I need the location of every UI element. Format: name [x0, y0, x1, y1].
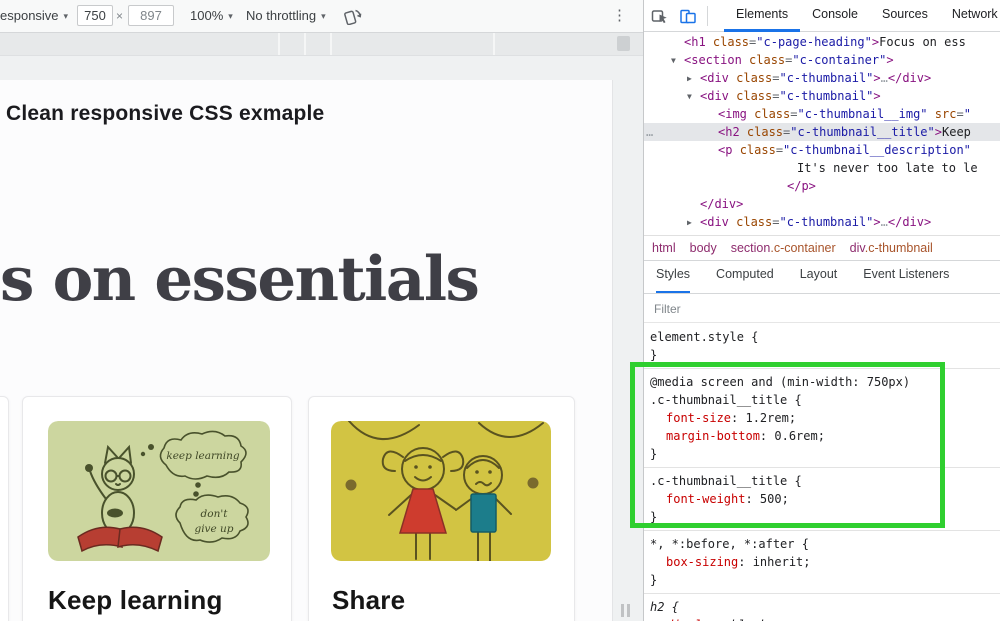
viewport-width-input[interactable]	[77, 5, 113, 26]
styles-tab-event-listeners[interactable]: Event Listeners	[863, 260, 949, 293]
rule-selector[interactable]: h2 {	[650, 598, 994, 616]
screenshot-root: esponsive ▾ × 100% ▾ No throttling ▾ ⋮	[0, 0, 1000, 621]
card-title: Keep learning	[48, 585, 223, 616]
styles-sidebar-tabs: Styles Computed Layout Event Listeners	[644, 260, 1000, 294]
css-declaration[interactable]: font-size: 1.2rem;	[650, 409, 994, 427]
zoom-dropdown[interactable]: 100% ▾	[190, 0, 233, 32]
twisty-icon[interactable]: ▶	[687, 70, 692, 88]
tree-row[interactable]: <p class="c-thumbnail__description"	[644, 141, 1000, 159]
page-scrollbar-thumb[interactable]	[617, 36, 630, 51]
rotate-viewport-icon[interactable]	[344, 7, 362, 25]
rule-close-brace: }	[650, 571, 994, 589]
css-declaration[interactable]: display: block;	[650, 616, 994, 621]
tree-row-selected[interactable]: …<h2 class="c-thumbnail__title">Keep	[644, 123, 1000, 141]
styles-filter-input[interactable]: Filter	[644, 295, 1000, 323]
thumbnail-card-keep-learning: keep learning don't give up Keep learnin…	[22, 396, 292, 621]
throttling-dropdown[interactable]: No throttling ▾	[246, 0, 326, 32]
css-declaration[interactable]: font-weight: 500;	[650, 490, 994, 508]
rule-selector[interactable]: .c-thumbnail__title {	[650, 391, 994, 409]
device-toolbar: esponsive ▾ × 100% ▾ No throttling ▾ ⋮	[0, 0, 643, 33]
tree-row[interactable]: </p>	[644, 177, 1000, 195]
thought-bubble-text-1: keep learning	[166, 450, 240, 462]
dimension-separator: ×	[116, 0, 123, 32]
style-rule: @media screen and (min-width: 750px).c-t…	[644, 369, 1000, 468]
chevron-down-icon: ▾	[64, 11, 69, 21]
twisty-icon[interactable]: ▶	[687, 214, 692, 232]
chevron-down-icon: ▾	[228, 11, 233, 21]
media-query-marker	[304, 33, 306, 55]
css-declaration[interactable]: box-sizing: inherit;	[650, 553, 994, 571]
crumb-div[interactable]: div.c-thumbnail	[850, 241, 933, 255]
rule-close-brace: }	[650, 445, 994, 463]
twisty-icon[interactable]: ▼	[671, 52, 676, 70]
tree-row[interactable]: </div>	[644, 195, 1000, 213]
tree-row[interactable]: It's never too late to le	[644, 159, 1000, 177]
site-heading: Clean responsive CSS exmaple	[6, 102, 324, 126]
tree-row[interactable]: ▶<div class="c-thumbnail">…</div>	[644, 213, 1000, 231]
thumbnail-card-partial	[0, 396, 9, 621]
style-rule: element.style {}	[644, 324, 1000, 369]
rendered-page: Clean responsive CSS exmaple s on essent…	[0, 80, 613, 621]
rule-selector[interactable]: .c-thumbnail__title {	[650, 472, 994, 490]
media-query-bar[interactable]	[0, 33, 643, 56]
style-rule: *, *:before, *:after {box-sizing: inheri…	[644, 531, 1000, 594]
toolbar-divider	[707, 6, 708, 26]
tree-row[interactable]: <img class="c-thumbnail__img" src="	[644, 105, 1000, 123]
scrollbar-grip[interactable]	[621, 604, 624, 617]
styles-rule-list: element.style {}@media screen and (min-w…	[644, 324, 1000, 621]
crumb-section[interactable]: section.c-container	[731, 241, 836, 255]
styles-tab-styles[interactable]: Styles	[656, 260, 690, 293]
inspect-element-icon[interactable]	[651, 7, 669, 25]
rule-close-brace: }	[650, 508, 994, 526]
media-query-marker	[278, 33, 280, 55]
tab-sources[interactable]: Sources	[870, 0, 940, 32]
rule-close-brace: }	[650, 346, 994, 364]
styles-tab-computed[interactable]: Computed	[716, 260, 774, 293]
tree-row[interactable]: ▼<section class="c-container">	[644, 51, 1000, 69]
rule-selector[interactable]: *, *:before, *:after {	[650, 535, 994, 553]
devtools-pane: ElementsConsoleSourcesNetwork <h1 class=…	[643, 0, 1000, 621]
crumb-body[interactable]: body	[690, 241, 717, 255]
rule-selector[interactable]: element.style {	[650, 328, 994, 346]
more-options-icon[interactable]: ⋮	[612, 0, 627, 32]
tab-console[interactable]: Console	[800, 0, 870, 32]
elements-tree: <h1 class="c-page-heading">Focus on ess▼…	[644, 33, 1000, 235]
device-toolbar-icon[interactable]	[679, 7, 697, 25]
tab-elements[interactable]: Elements	[724, 0, 800, 32]
tab-network[interactable]: Network	[940, 0, 1000, 32]
thought-bubble-text-2b: give up	[194, 523, 233, 535]
styles-tab-layout[interactable]: Layout	[800, 260, 838, 293]
share-image	[331, 421, 551, 561]
page-heading: s on essentials	[0, 244, 478, 315]
breadcrumb: html body section.c-container div.c-thumbna…	[644, 235, 1000, 260]
thought-bubble-text-2a: don't	[201, 508, 229, 520]
viewport-height-input[interactable]	[128, 5, 174, 26]
media-query-marker	[493, 33, 495, 55]
crumb-html[interactable]: html	[652, 241, 676, 255]
device-mode-pane: esponsive ▾ × 100% ▾ No throttling ▾ ⋮	[0, 0, 643, 621]
card-title: Share	[332, 585, 405, 616]
device-type-dropdown[interactable]: esponsive ▾	[0, 0, 68, 32]
tree-row[interactable]: ▼<div class="c-thumbnail">	[644, 87, 1000, 105]
keep-learning-image: keep learning don't give up	[48, 421, 270, 561]
media-query-text[interactable]: @media screen and (min-width: 750px)	[650, 373, 994, 391]
media-query-marker	[330, 33, 332, 55]
twisty-icon[interactable]: ▼	[687, 88, 692, 106]
zoom-level: 100%	[190, 8, 223, 23]
scrollbar-grip[interactable]	[627, 604, 630, 617]
throttling-label: No throttling	[246, 8, 316, 23]
devtools-tabs: ElementsConsoleSourcesNetwork	[724, 0, 1000, 32]
style-rule: .c-thumbnail__title {font-weight: 500;}	[644, 468, 1000, 531]
style-rule: h2 {display: block;}	[644, 594, 1000, 621]
chevron-down-icon: ▾	[321, 11, 326, 21]
css-declaration[interactable]: margin-bottom: 0.6rem;	[650, 427, 994, 445]
device-type-label: esponsive	[0, 8, 59, 23]
more-actions-marker[interactable]: …	[646, 123, 653, 141]
tree-row[interactable]: ▶<div class="c-thumbnail">…</div>	[644, 69, 1000, 87]
thumbnail-card-share: Share	[308, 396, 575, 621]
tree-row[interactable]: <h1 class="c-page-heading">Focus on ess	[644, 33, 1000, 51]
devtools-toolbar: ElementsConsoleSourcesNetwork	[644, 0, 1000, 32]
